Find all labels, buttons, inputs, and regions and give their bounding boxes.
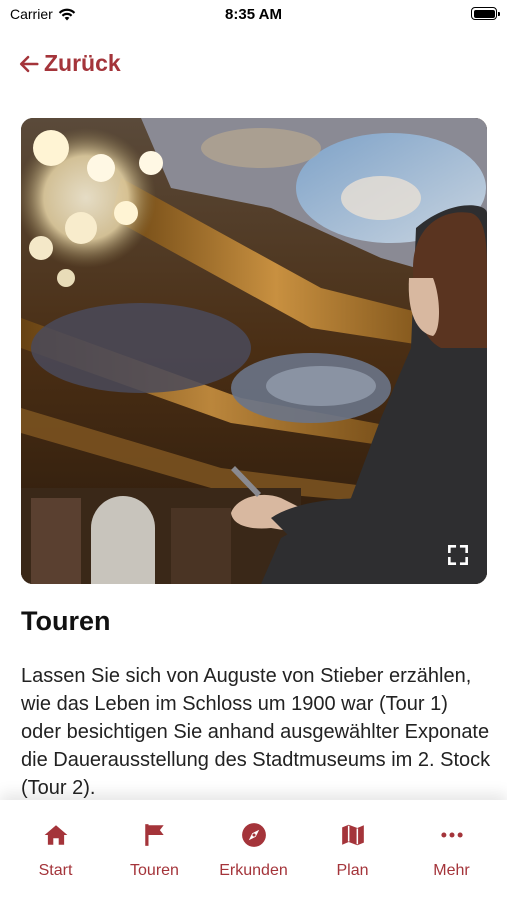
tab-label: Erkunden — [219, 862, 288, 879]
tab-plan[interactable]: Plan — [305, 800, 401, 900]
page-title: Touren — [21, 606, 111, 636]
arrow-left-icon — [19, 55, 39, 72]
tab-start[interactable]: Start — [8, 800, 104, 900]
back-button[interactable]: Zurück — [18, 50, 121, 77]
palace-ceiling-photo — [21, 118, 487, 584]
home-icon — [44, 825, 67, 845]
tab-bar: Start Touren Erkunden Plan Mehr — [0, 800, 507, 900]
map-icon — [341, 824, 364, 846]
status-time: 8:35 AM — [225, 6, 282, 23]
flag-icon — [144, 824, 164, 846]
tab-label: Start — [38, 862, 73, 879]
tab-label: Mehr — [433, 862, 470, 879]
status-bar: Carrier 8:35 AM — [0, 0, 507, 30]
tour-description: Lassen Sie sich von Auguste von Stieber … — [21, 665, 491, 799]
hero-image[interactable] — [21, 118, 487, 584]
tab-erkunden[interactable]: Erkunden — [206, 800, 302, 900]
battery-icon — [471, 7, 500, 20]
fullscreen-icon[interactable] — [445, 542, 471, 568]
tab-label: Touren — [130, 862, 179, 879]
tab-touren[interactable]: Touren — [107, 800, 203, 900]
more-icon — [440, 832, 463, 838]
tab-label: Plan — [336, 862, 369, 879]
back-label: Zurück — [44, 50, 121, 76]
tab-mehr[interactable]: Mehr — [404, 800, 500, 900]
compass-icon — [241, 823, 266, 847]
